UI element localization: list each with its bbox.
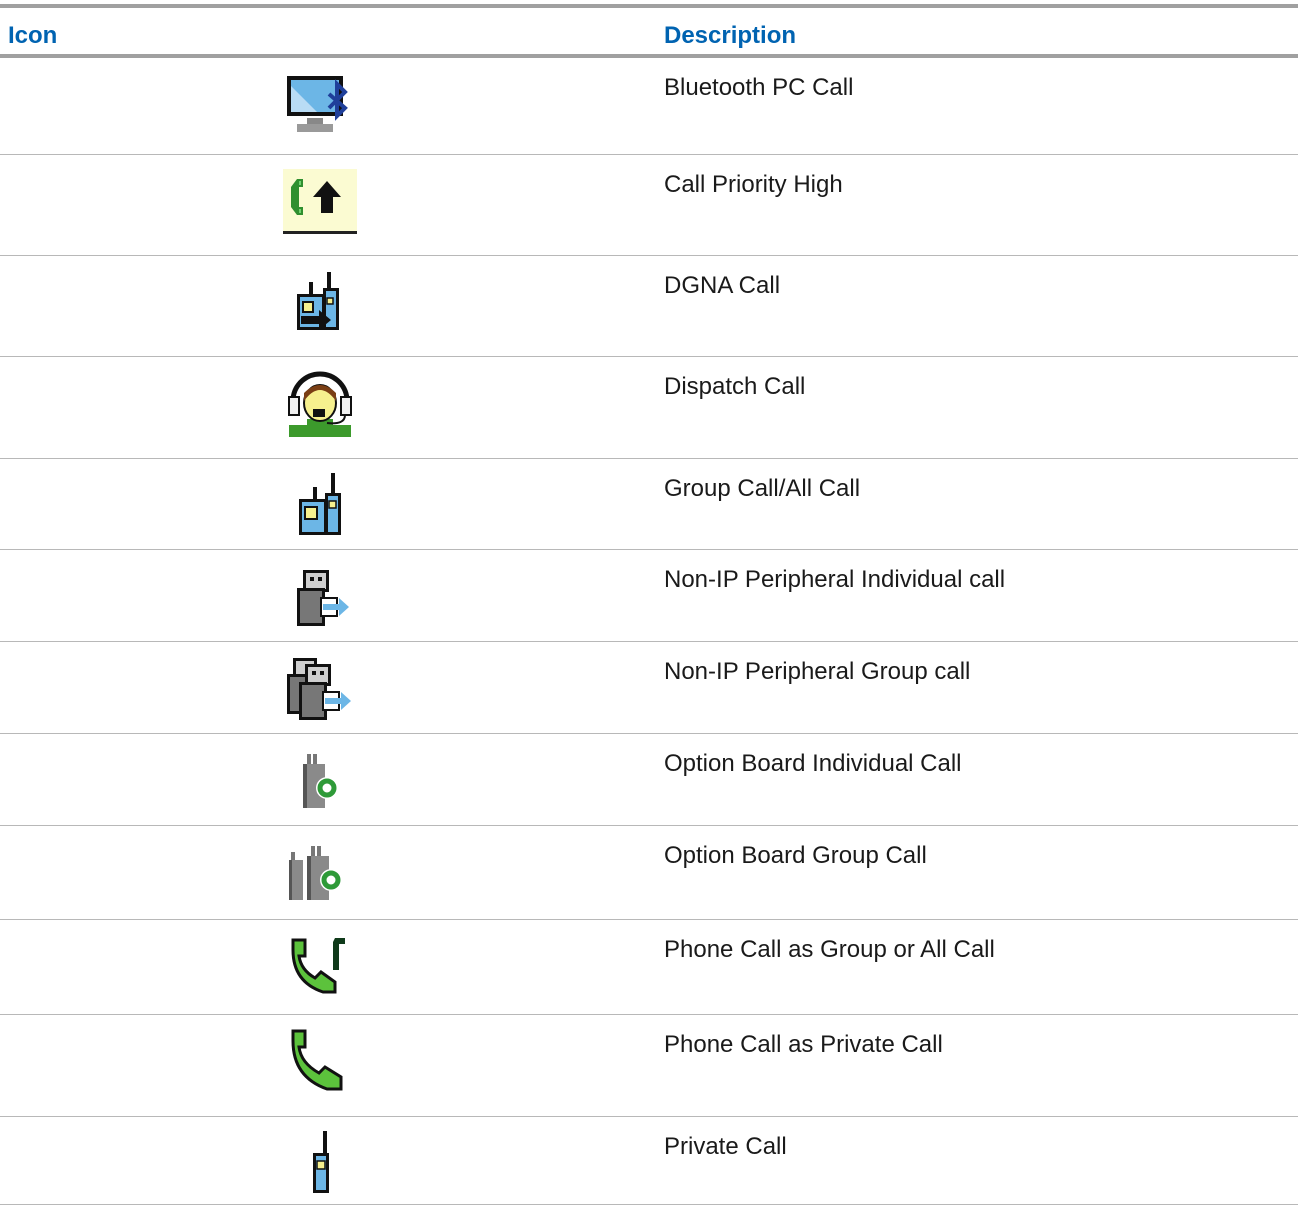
table-row: DGNA Call [0,256,1298,357]
option-board-individual-call-icon [283,748,357,814]
table-header: Icon Description [0,8,1298,58]
table-row: Phone Call as Group or All Call [0,920,1298,1015]
table-row: Non-IP Peripheral Individual call [0,550,1298,642]
table-row: Non-IP Peripheral Group call [0,642,1298,734]
table-row: Private Call [0,1117,1298,1205]
call-priority-high-icon [283,169,357,235]
table-row: Dispatch Call [0,357,1298,459]
table-row: Call Priority High [0,155,1298,256]
dgna-call-icon [283,270,357,336]
phone-call-group-icon [283,934,357,1000]
dispatch-call-icon [283,371,357,437]
table-row: Option Board Individual Call [0,734,1298,826]
icon-table: Icon Description Bluetooth PC Call Call … [0,4,1298,1205]
row-description: Phone Call as Private Call [664,1031,943,1058]
row-description: Dispatch Call [664,373,806,400]
private-call-icon [283,1131,357,1197]
row-description: Bluetooth PC Call [664,74,854,101]
row-description: Option Board Individual Call [664,750,962,777]
column-header-icon: Icon [8,22,58,49]
row-description: Non-IP Peripheral Individual call [664,566,1006,593]
table-row: Option Board Group Call [0,826,1298,920]
non-ip-peripheral-individual-call-icon [283,564,357,630]
option-board-group-call-icon [283,840,357,906]
row-description: Group Call/All Call [664,475,861,502]
table-row: Group Call/All Call [0,459,1298,550]
row-description: Option Board Group Call [664,842,927,869]
table-row: Bluetooth PC Call [0,58,1298,155]
non-ip-peripheral-group-call-icon [283,656,357,722]
row-description: DGNA Call [664,272,781,299]
bluetooth-pc-call-icon [283,72,357,138]
column-header-description: Description [664,22,797,49]
row-description: Phone Call as Group or All Call [664,936,995,963]
table-row: Phone Call as Private Call [0,1015,1298,1117]
group-call-icon [283,473,357,539]
row-description: Private Call [664,1133,787,1160]
phone-call-private-icon [283,1029,357,1095]
row-description: Call Priority High [664,171,843,198]
row-description: Non-IP Peripheral Group call [664,658,971,685]
